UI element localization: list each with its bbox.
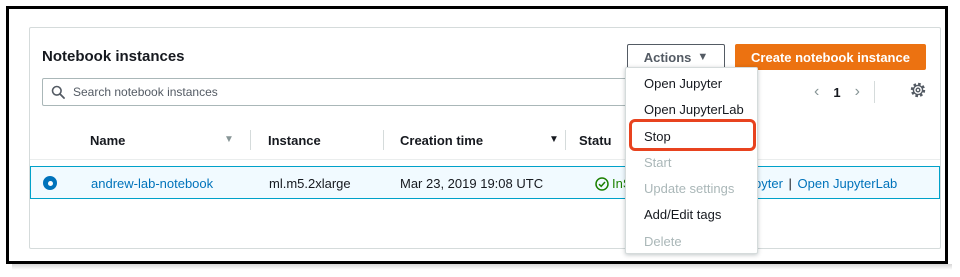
menu-item-update-settings: Update settings xyxy=(644,181,735,196)
menu-item-add-edit-tags[interactable]: Add/Edit tags xyxy=(644,207,721,222)
menu-item-delete: Delete xyxy=(644,234,682,249)
notebook-name-link[interactable]: andrew-lab-notebook xyxy=(91,176,213,191)
column-header-creation-time[interactable]: Creation time xyxy=(400,133,483,148)
actions-dropdown-menu: Open Jupyter Open JupyterLab Stop Start … xyxy=(625,67,758,254)
menu-item-start: Start xyxy=(644,155,672,170)
menu-item-open-jupyterlab[interactable]: Open JupyterLab xyxy=(644,102,744,117)
row-actions: pyter | Open JupyterLab xyxy=(754,176,897,191)
radio-selected-icon[interactable] xyxy=(43,176,57,190)
open-jupyter-link[interactable]: pyter xyxy=(754,176,783,191)
column-divider xyxy=(250,130,251,150)
menu-item-open-jupyter[interactable]: Open Jupyter xyxy=(644,76,722,91)
column-header-status[interactable]: Statu xyxy=(579,133,612,148)
table-header: Name ▼ Instance Creation time ▼ Statu xyxy=(30,120,940,160)
column-divider xyxy=(383,130,384,150)
page-title: Notebook instances xyxy=(42,48,185,65)
instance-type: ml.m5.2xlarge xyxy=(269,176,351,191)
column-header-name[interactable]: Name xyxy=(90,133,125,148)
open-jupyterlab-link[interactable]: Open JupyterLab xyxy=(798,176,898,191)
pagination-divider xyxy=(873,81,875,103)
frame-shadow xyxy=(12,264,952,270)
search-box[interactable] xyxy=(42,78,632,106)
column-divider xyxy=(565,130,566,150)
sort-caret-icon[interactable]: ▼ xyxy=(224,134,234,145)
creation-time: Mar 23, 2019 19:08 UTC xyxy=(400,176,544,191)
pagination: ‹ 1 › xyxy=(814,80,875,104)
notebook-instances-panel: Notebook instances Actions ▼ Create note… xyxy=(29,27,941,249)
stop-highlight-box xyxy=(629,119,756,151)
current-page[interactable]: 1 xyxy=(833,85,840,100)
caret-down-icon: ▼ xyxy=(697,51,709,63)
search-icon xyxy=(51,85,65,99)
action-separator: | xyxy=(788,176,792,191)
table-row[interactable]: andrew-lab-notebook ml.m5.2xlarge Mar 23… xyxy=(30,166,940,199)
screenshot-frame: Notebook instances Actions ▼ Create note… xyxy=(6,6,948,264)
actions-button-label: Actions xyxy=(643,49,692,65)
sort-caret-icon[interactable]: ▼ xyxy=(549,134,559,145)
chevron-left-icon[interactable]: ‹ xyxy=(814,83,819,101)
chevron-right-icon[interactable]: › xyxy=(855,83,860,101)
column-header-instance[interactable]: Instance xyxy=(268,133,321,148)
gear-icon[interactable] xyxy=(909,81,927,99)
search-input[interactable] xyxy=(73,85,613,99)
check-circle-icon xyxy=(595,176,609,191)
create-notebook-instance-button[interactable]: Create notebook instance xyxy=(735,44,926,70)
